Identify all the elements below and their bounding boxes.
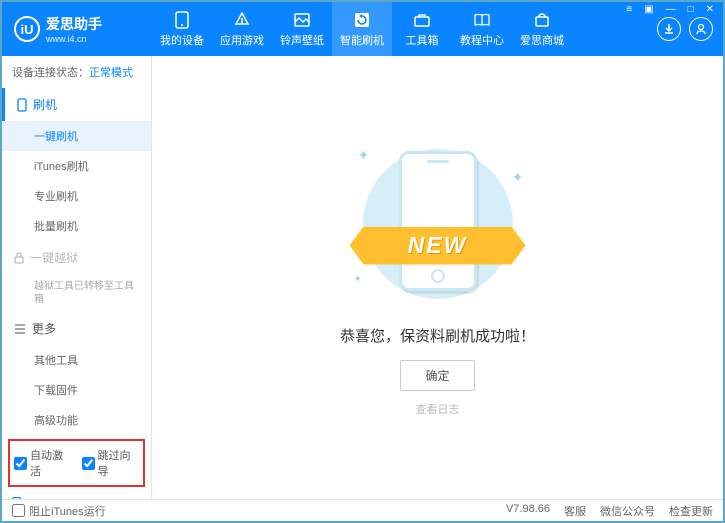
list-icon: [14, 324, 26, 334]
phone-icon: [173, 11, 191, 29]
sidebar-item-pro-flash[interactable]: 专业刷机: [2, 181, 151, 211]
download-button[interactable]: [657, 17, 681, 41]
footer-wechat[interactable]: 微信公众号: [600, 503, 655, 519]
nav-apps[interactable]: 应用游戏: [212, 2, 272, 56]
new-ribbon: NEW: [350, 227, 526, 265]
phone-small-icon: [17, 98, 27, 112]
device-info[interactable]: iPhone 12 mini 64GB Down-12mini-13,1: [2, 491, 151, 499]
nav-ringtones[interactable]: 铃声壁纸: [272, 2, 332, 56]
footer-check-update[interactable]: 检查更新: [669, 503, 713, 519]
header: iU 爱思助手 www.i4.cn 我的设备 应用游戏 铃声壁纸 智能刷机 工具…: [2, 2, 723, 56]
nav-tutorials[interactable]: 教程中心: [452, 2, 512, 56]
success-illustration: ✦ ✦ ✦ NEW: [358, 139, 518, 309]
app-url: www.i4.cn: [46, 34, 102, 44]
skin-icon[interactable]: ▣: [641, 4, 656, 15]
sidebar-section-more[interactable]: 更多: [2, 312, 151, 345]
checkbox-skip-guide[interactable]: 跳过向导: [82, 447, 140, 479]
logo: iU 爱思助手 www.i4.cn: [14, 14, 152, 44]
checkbox-block-itunes[interactable]: 阻止iTunes运行: [12, 503, 106, 519]
lock-icon: [14, 252, 24, 264]
cart-icon: [533, 11, 551, 29]
footer: 阻止iTunes运行 V7.98.66 客服 微信公众号 检查更新: [2, 499, 723, 521]
view-log-link[interactable]: 查看日志: [416, 401, 460, 417]
jailbreak-note: 越狱工具已转移至工具箱: [2, 274, 151, 312]
window-controls: ≡ ▣ — □ ✕: [623, 4, 717, 15]
main-nav: 我的设备 应用游戏 铃声壁纸 智能刷机 工具箱 教程中心 爱思商城: [152, 2, 572, 56]
device-name: iPhone 12 mini: [25, 498, 103, 500]
header-actions: [657, 17, 723, 41]
wallpaper-icon: [293, 11, 311, 29]
sidebar-item-other-tools[interactable]: 其他工具: [2, 345, 151, 375]
apps-icon: [233, 11, 251, 29]
menu-icon[interactable]: ≡: [623, 4, 635, 15]
sidebar: 设备连接状态：正常模式 刷机 一键刷机 iTunes刷机 专业刷机 批量刷机 一…: [2, 56, 152, 499]
checkbox-auto-activate[interactable]: 自动激活: [14, 447, 72, 479]
sidebar-item-itunes-flash[interactable]: iTunes刷机: [2, 151, 151, 181]
close-icon[interactable]: ✕: [703, 4, 717, 15]
confirm-button[interactable]: 确定: [400, 360, 474, 391]
options-checkboxes: 自动激活 跳过向导: [8, 439, 145, 487]
sidebar-section-flash[interactable]: 刷机: [2, 88, 151, 121]
maximize-icon[interactable]: □: [685, 4, 697, 15]
device-icon: [12, 497, 21, 499]
sidebar-item-oneclick-flash[interactable]: 一键刷机: [2, 121, 151, 151]
user-button[interactable]: [689, 17, 713, 41]
logo-icon: iU: [14, 16, 40, 42]
success-message: 恭喜您，保资料刷机成功啦！: [340, 325, 535, 346]
sidebar-item-download-fw[interactable]: 下载固件: [2, 375, 151, 405]
version-label: V7.98.66: [506, 503, 550, 519]
main-content: ✦ ✦ ✦ NEW 恭喜您，保资料刷机成功啦！ 确定 查看日志: [152, 56, 723, 499]
app-name: 爱思助手: [46, 14, 102, 34]
refresh-icon: [353, 11, 371, 29]
book-icon: [473, 11, 491, 29]
nav-store[interactable]: 爱思商城: [512, 2, 572, 56]
minimize-icon[interactable]: —: [663, 4, 679, 15]
nav-my-device[interactable]: 我的设备: [152, 2, 212, 56]
toolbox-icon: [413, 11, 431, 29]
sidebar-section-jailbreak[interactable]: 一键越狱: [2, 241, 151, 274]
nav-flash[interactable]: 智能刷机: [332, 2, 392, 56]
connection-status: 设备连接状态：正常模式: [2, 56, 151, 88]
footer-service[interactable]: 客服: [564, 503, 586, 519]
sidebar-item-batch-flash[interactable]: 批量刷机: [2, 211, 151, 241]
sidebar-item-advanced[interactable]: 高级功能: [2, 405, 151, 435]
nav-toolbox[interactable]: 工具箱: [392, 2, 452, 56]
